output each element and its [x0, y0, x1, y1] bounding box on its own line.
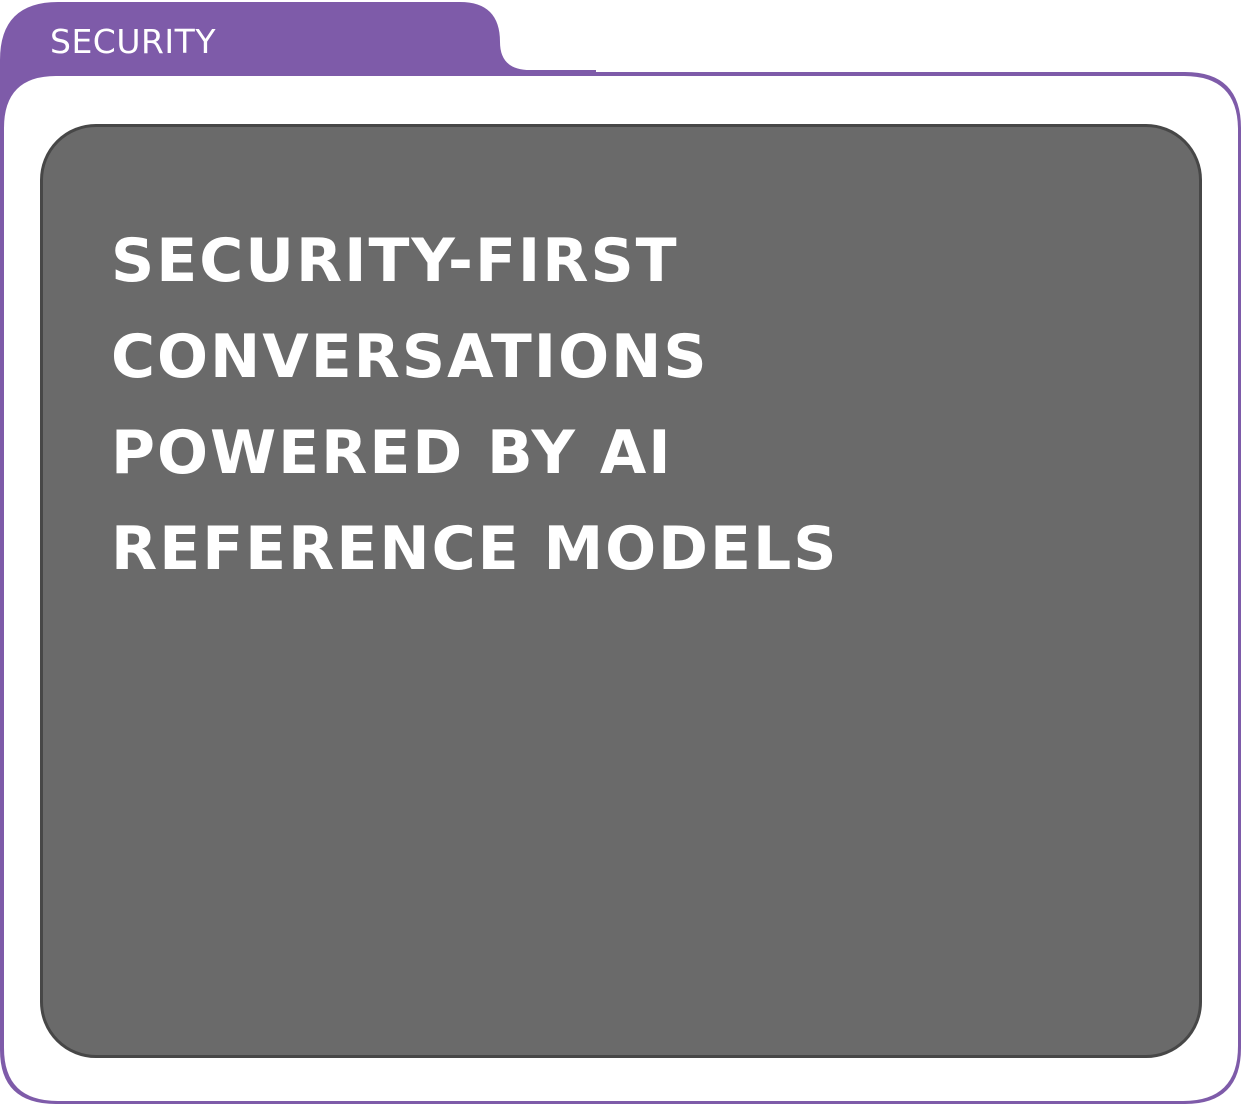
- content-panel: SECURITY-FIRST CONVERSATIONS POWERED BY …: [40, 124, 1202, 1058]
- headline: SECURITY-FIRST CONVERSATIONS POWERED BY …: [111, 213, 838, 597]
- headline-line-3: POWERED BY AI: [111, 418, 673, 488]
- headline-line-1: SECURITY-FIRST: [111, 226, 679, 296]
- security-folder-card: SECURITY SECURITY-FIRST CONVERSATIONS PO…: [0, 0, 1242, 1106]
- headline-line-2: CONVERSATIONS: [111, 322, 709, 392]
- folder-tab-title: SECURITY: [50, 22, 216, 61]
- headline-line-4: REFERENCE MODELS: [111, 514, 839, 584]
